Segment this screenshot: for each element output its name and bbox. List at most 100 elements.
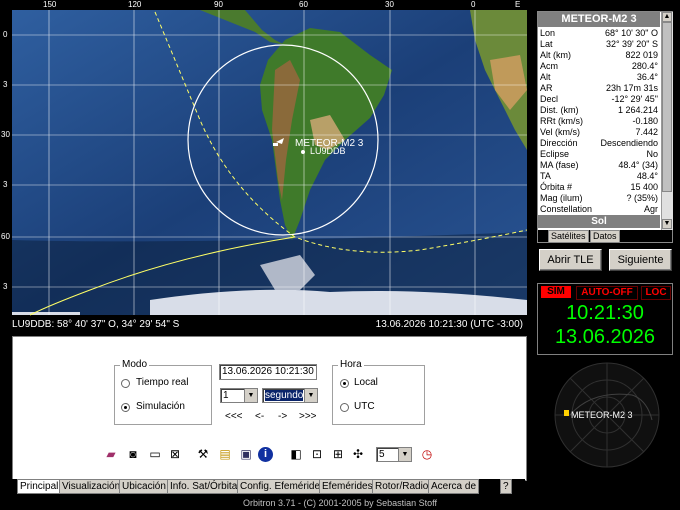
save-icon[interactable]: ▣ [237, 445, 255, 463]
camera-icon[interactable]: ◙ [124, 445, 142, 463]
book-icon[interactable]: ▰ [102, 445, 120, 463]
lon-tick: 120 [128, 0, 142, 9]
info-row: Vel (km/s) 7.442 [539, 127, 660, 138]
chevron-down-icon[interactable]: ▼ [244, 389, 257, 402]
zoom-icon[interactable]: ⊞ [329, 445, 347, 463]
forward-fast-button[interactable]: >>> [299, 411, 317, 422]
info-row: Órbita # 15 400 [539, 182, 660, 193]
local-label[interactable]: Local [354, 377, 378, 388]
info-row-value: -0.180 [632, 116, 658, 126]
fullscreen-icon[interactable]: ✣ [349, 445, 367, 463]
tab-location[interactable]: Ubicación [119, 479, 169, 494]
tools-icon[interactable]: ⚒ [194, 445, 212, 463]
lon-tick: 90 [214, 0, 223, 9]
info-row-key: Decl [540, 94, 559, 104]
chevron-down-icon[interactable]: ▼ [398, 448, 411, 461]
info-row: AR 23h 17m 31s [539, 83, 660, 94]
scroll-up-icon[interactable]: ▲ [662, 12, 672, 22]
lon-tick: 60 [299, 0, 308, 9]
fit-view-icon[interactable]: ⊡ [308, 445, 326, 463]
info-row: Lat 32° 39' 20" S [539, 39, 660, 50]
info-row-key: RRt (km/s) [540, 116, 583, 126]
lon-tick: E [515, 0, 521, 9]
tab-rotor-radio[interactable]: Rotor/Radio [372, 479, 432, 494]
speed-select[interactable]: 5 ▼ [376, 447, 412, 462]
loc-indicator[interactable]: LOC [641, 286, 671, 300]
info-row-key: Vel (km/s) [540, 127, 581, 137]
simulation-radio[interactable] [121, 403, 130, 412]
info-row-value: 822 019 [625, 50, 658, 60]
info-row-key: TA [540, 171, 551, 181]
info-row: MA (fase) 48.4° (34) [539, 160, 660, 171]
info-row-value: 15 400 [630, 182, 658, 192]
tab-ephemeris[interactable]: Efemérides [319, 479, 376, 494]
lon-tick: 30 [385, 0, 394, 9]
info-row: Alt 36.4° [539, 72, 660, 83]
info-row-value: Agr [643, 204, 658, 214]
tab-visualization[interactable]: Visualización [59, 479, 124, 494]
world-map[interactable]: 150 120 90 60 30 0 E 0 3 30 3 60 3 METEO… [0, 0, 527, 333]
rewind-fast-button[interactable]: <<< [225, 411, 243, 422]
station-marker-icon [301, 150, 305, 154]
info-row-key: AR [540, 83, 553, 93]
info-icon[interactable]: i [258, 447, 273, 462]
station-coordinates: LU9DDB: 58° 40' 37" O, 34° 29' 54" S [12, 319, 180, 330]
open-tle-button[interactable]: Abrir TLE [539, 249, 602, 271]
utc-radio[interactable] [340, 403, 349, 412]
status-bar: Orbitron 3.71 - (C) 2001-2005 by Sebasti… [0, 496, 680, 510]
lat-tick: 0 [3, 30, 8, 39]
info-row-value: 32° 39' 20" S [605, 39, 658, 49]
simulation-label[interactable]: Simulación [136, 401, 185, 412]
radar-view[interactable]: METEOR-M2 3 [552, 360, 662, 470]
info-row-value: ? (35%) [626, 193, 658, 203]
tab-satellites[interactable]: Satélites [548, 230, 589, 243]
screen-mode-icon[interactable]: ◧ [287, 445, 305, 463]
tab-principal[interactable]: Principal [17, 479, 62, 494]
info-row-key: Alt [540, 72, 551, 82]
realtime-label[interactable]: Tiempo real [136, 377, 188, 388]
sub-header-sol: Sol [538, 215, 660, 228]
step-unit: segundo [265, 390, 304, 401]
step-value-select[interactable]: 1 ▼ [220, 388, 258, 403]
info-row: RRt (km/s) -0.180 [539, 116, 660, 127]
rewind-button[interactable]: <- [255, 411, 264, 422]
close-window-icon[interactable]: ⊠ [166, 445, 184, 463]
info-scrollbar[interactable]: ▲ ▼ [661, 12, 673, 230]
clock-time: 10:21:30 [566, 302, 644, 324]
local-radio[interactable] [340, 379, 349, 388]
info-row-key: Eclipse [540, 149, 570, 159]
tab-sat-orbit-info[interactable]: Info. Sat/Órbita [167, 479, 241, 494]
info-row-value: 36.4° [636, 72, 658, 82]
auto-off-indicator[interactable]: AUTO-OFF [576, 286, 638, 300]
utc-label[interactable]: UTC [354, 401, 375, 412]
mode-group: Modo [114, 359, 212, 425]
open-folder-icon[interactable]: ▤ [216, 445, 234, 463]
scroll-thumb[interactable] [662, 22, 672, 192]
info-row-value: 68° 10' 30" O [604, 28, 658, 38]
info-row-value: 23h 17m 31s [605, 83, 658, 93]
chevron-down-icon[interactable]: ▼ [304, 389, 317, 402]
step-unit-select[interactable]: segundo ▼ [262, 388, 318, 403]
clock-icon[interactable]: ◷ [418, 445, 436, 463]
time-group: Hora [332, 359, 425, 425]
tab-ephemeris-config[interactable]: Config. Efemérides [237, 479, 329, 494]
sim-indicator[interactable]: SIM [541, 286, 571, 298]
info-row-value: No [646, 149, 658, 159]
map-canvas [12, 10, 527, 316]
scroll-down-icon[interactable]: ▼ [662, 219, 672, 229]
info-row: Dist. (km) 1 264.214 [539, 105, 660, 116]
datetime-field[interactable]: 13.06.2026 10:21:30 [219, 364, 317, 380]
tab-data[interactable]: Datos [590, 230, 620, 243]
info-row-key: Lon [540, 28, 556, 38]
forward-button[interactable]: -> [278, 411, 287, 422]
minimize-icon[interactable]: ▭ [146, 445, 164, 463]
info-row-key: Acm [540, 61, 558, 71]
tab-help[interactable]: ? [500, 479, 512, 494]
info-row: Acm 280.4° [539, 61, 660, 72]
station-map-label: LU9DDB [310, 146, 346, 156]
lat-tick: 3 [3, 282, 8, 291]
next-button[interactable]: Siguiente [609, 249, 672, 271]
realtime-radio[interactable] [121, 379, 130, 388]
time-group-title: Hora [338, 359, 364, 370]
tab-about[interactable]: Acerca de [428, 479, 480, 494]
